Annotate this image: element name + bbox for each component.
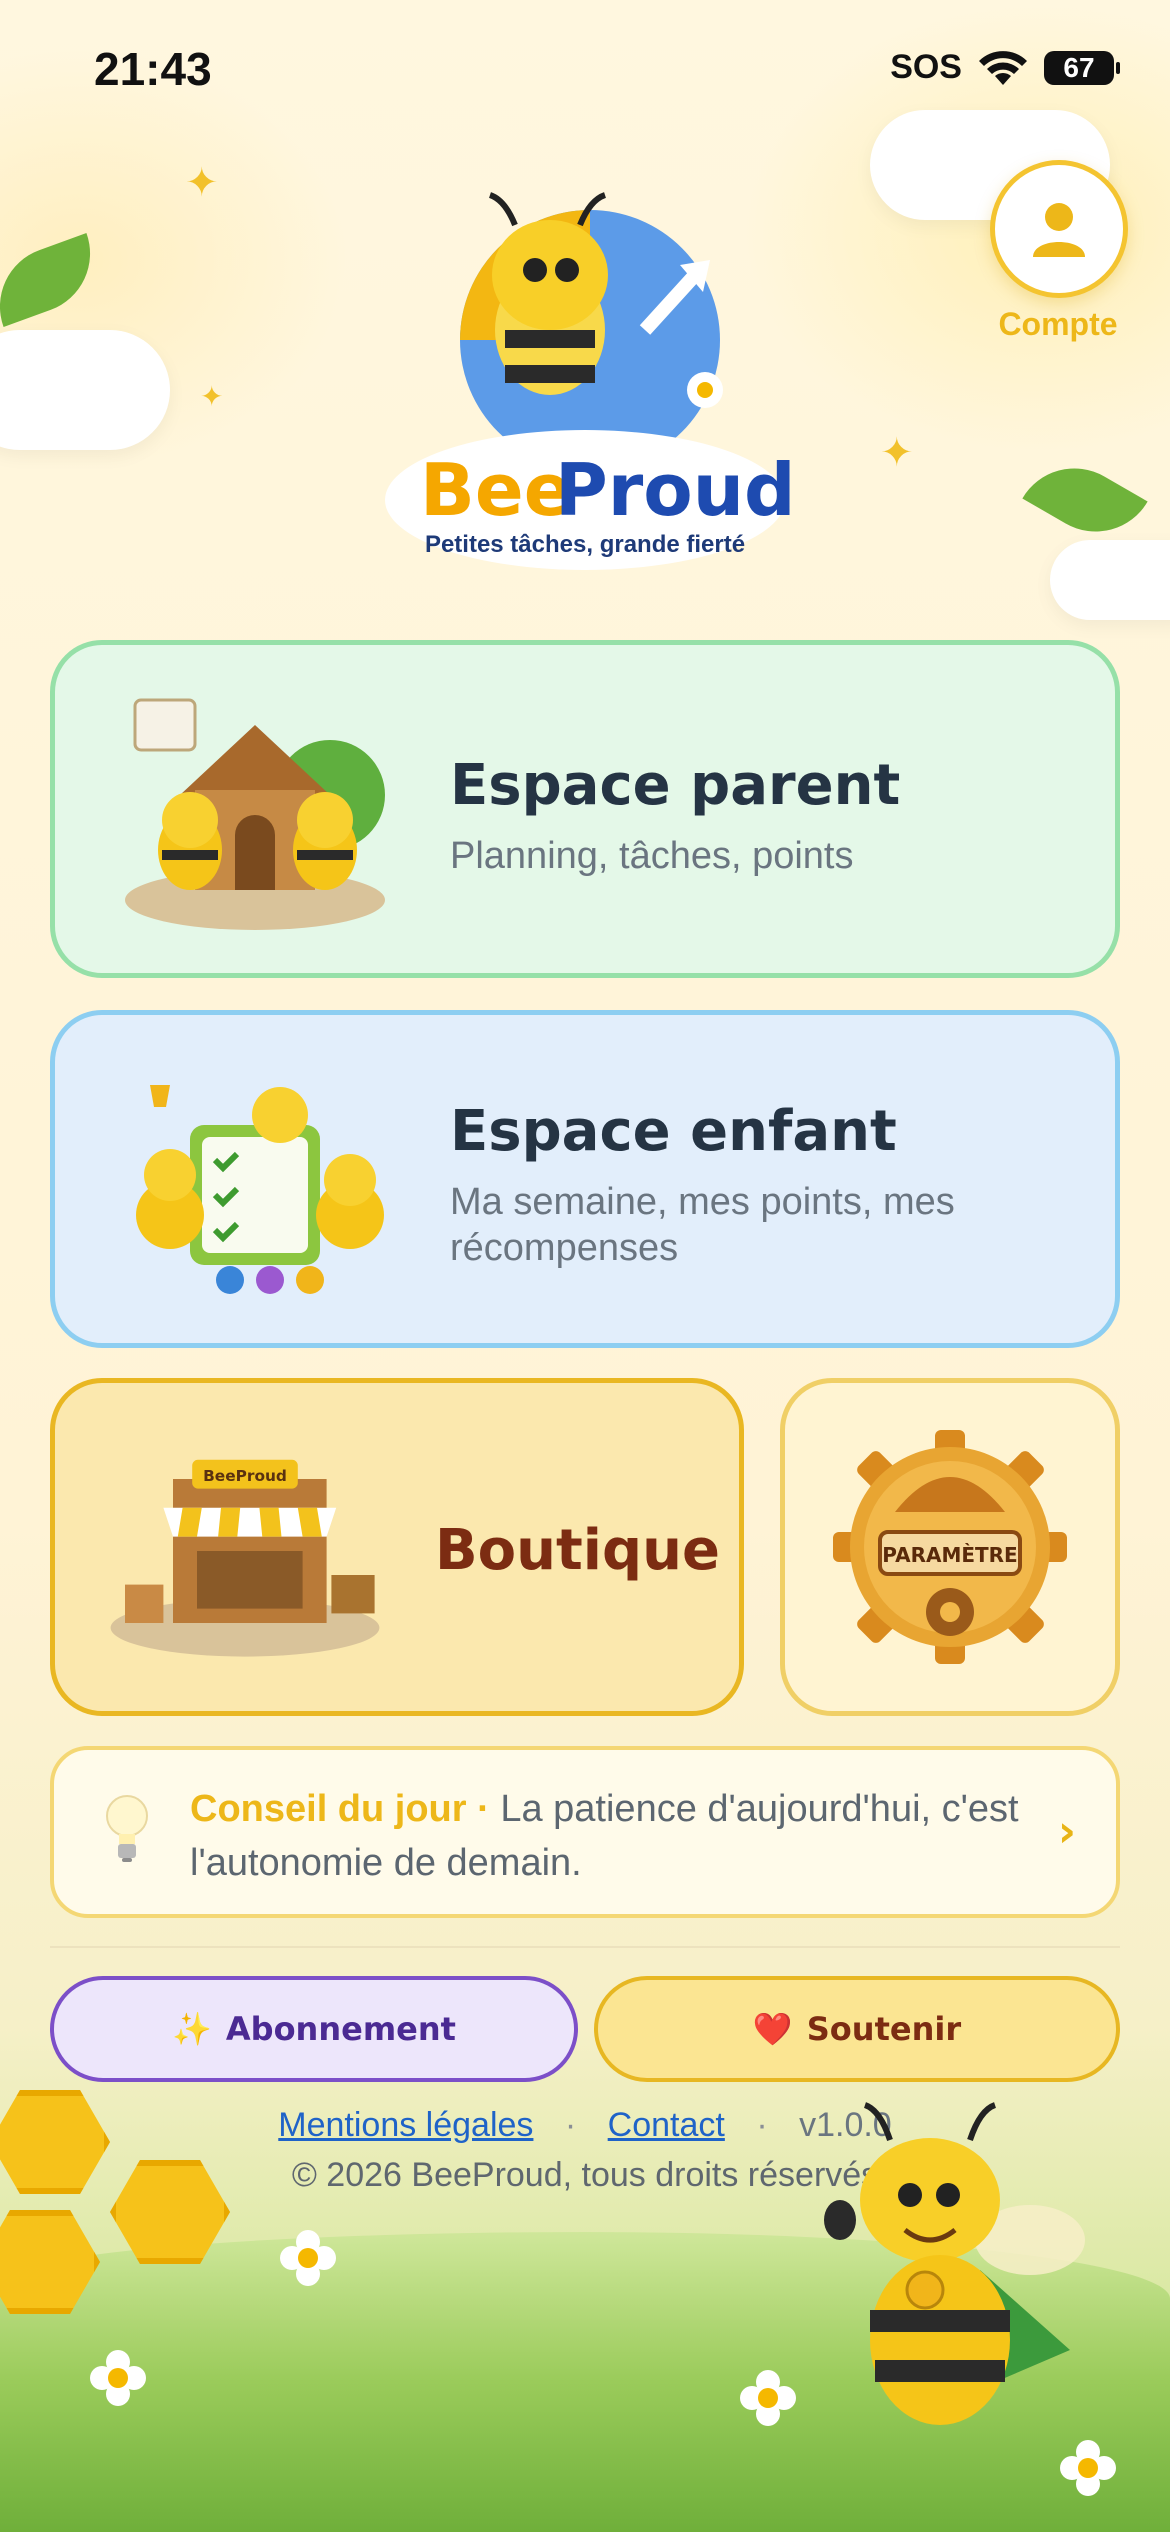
logo-word-bee: Bee: [420, 448, 573, 532]
support-button[interactable]: ❤️ Soutenir: [594, 1976, 1120, 2082]
sparkles-icon: ✨: [172, 2010, 212, 2048]
tip-of-the-day[interactable]: Conseil du jour · La patience d'aujourd'…: [50, 1746, 1120, 1918]
shop-card[interactable]: BeeProud Boutique: [50, 1378, 744, 1716]
flower-decoration: [90, 2350, 146, 2406]
footer-separator: ·: [756, 2106, 768, 2144]
wifi-icon: [979, 50, 1027, 85]
divider: [50, 1946, 1120, 1948]
child-space-title: Espace enfant: [450, 1099, 897, 1164]
settings-gear-icon: PARAMÈTRE: [833, 1430, 1067, 1664]
parent-space-title: Espace parent: [450, 753, 901, 818]
footer-separator: ·: [564, 2106, 577, 2144]
flower-decoration: [740, 2370, 796, 2426]
sparkle-icon: ✦: [200, 380, 224, 413]
child-space-illustration: [136, 1085, 384, 1294]
tip-title: Conseil du jour: [190, 1788, 467, 1830]
battery-level: 67: [1063, 51, 1095, 83]
chevron-right-icon[interactable]: ›: [1058, 1806, 1076, 1857]
lightbulb-icon: [106, 1795, 148, 1862]
parent-space-illustration: [125, 698, 385, 930]
settings-label: PARAMÈTRE: [882, 1543, 1017, 1567]
support-label: Soutenir: [806, 2010, 962, 2048]
legal-notice-link[interactable]: Mentions légales: [278, 2106, 533, 2144]
heart-icon: ❤️: [752, 2010, 793, 2048]
cloud-decoration: [1050, 540, 1170, 620]
settings-card[interactable]: PARAMÈTRE: [780, 1378, 1120, 1716]
sparkle-icon: ✦: [185, 160, 219, 206]
account-button[interactable]: Compte: [990, 160, 1128, 343]
sparkle-icon: ✦: [880, 430, 914, 476]
tip-separator: ·: [477, 1788, 490, 1830]
shop-illustration: BeeProud: [110, 1459, 380, 1657]
account-avatar[interactable]: [990, 160, 1128, 298]
subscription-button[interactable]: ✨ Abonnement: [50, 1976, 578, 2082]
bee-mascot-illustration: [824, 2102, 1085, 2425]
child-space-card[interactable]: Espace enfant Ma semaine, mes points, me…: [50, 1010, 1120, 1348]
contact-link[interactable]: Contact: [608, 2106, 725, 2144]
child-space-subtitle: Ma semaine, mes points, mes récompenses: [450, 1181, 955, 1269]
parent-space-subtitle: Planning, tâches, points: [450, 835, 854, 877]
person-icon: [1033, 203, 1085, 257]
logo-word-proud: Proud: [555, 448, 795, 532]
cloud-decoration: [0, 330, 170, 450]
logo-tagline: Petites tâches, grande fierté: [425, 531, 745, 558]
tip-text-block: Conseil du jour · La patience d'aujourd'…: [190, 1782, 1030, 1890]
shop-sign: BeeProud: [203, 1467, 287, 1485]
shop-title: Boutique: [435, 1518, 720, 1583]
subscription-label: Abonnement: [225, 2010, 456, 2048]
battery-icon: 67: [1044, 50, 1120, 85]
parent-space-card[interactable]: Espace parent Planning, tâches, points: [50, 640, 1120, 978]
account-label: Compte: [998, 306, 1118, 342]
status-indicators: SOS 67: [890, 48, 1120, 87]
network-status: SOS: [890, 48, 962, 86]
beeproud-logo: Bee Proud Petites tâches, grande fierté: [375, 180, 796, 600]
flower-decoration: [280, 2230, 336, 2286]
status-time: 21:43: [94, 43, 212, 95]
